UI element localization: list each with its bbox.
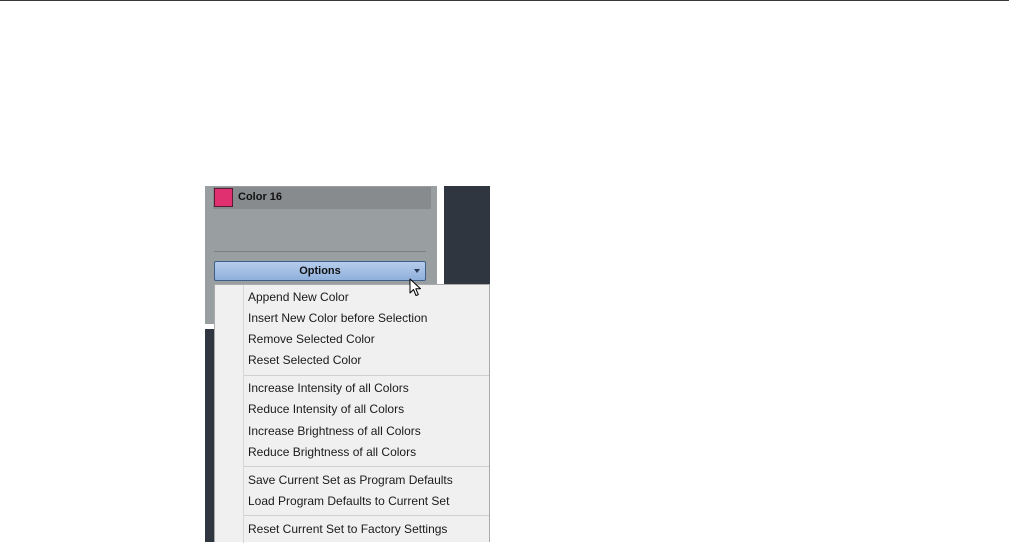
menu-item-reduce-brightness[interactable]: Reduce Brightness of all Colors: [248, 445, 416, 459]
options-button[interactable]: Options: [214, 261, 426, 281]
top-divider-line: [0, 0, 1009, 1]
menu-separator: [244, 375, 489, 376]
chevron-down-icon: [414, 269, 420, 273]
menu-item-increase-brightness[interactable]: Increase Brightness of all Colors: [248, 424, 421, 438]
color-name-label: Color 16: [238, 191, 283, 203]
menu-item-load-program-defaults[interactable]: Load Program Defaults to Current Set: [248, 494, 449, 508]
menu-item-save-as-program-defaults[interactable]: Save Current Set as Program Defaults: [248, 473, 453, 487]
options-button-label: Options: [299, 265, 341, 277]
menu-item-remove-selected-color[interactable]: Remove Selected Color: [248, 332, 375, 346]
menu-item-insert-new-color[interactable]: Insert New Color before Selection: [248, 311, 427, 325]
options-dropdown-menu: Append New Color Insert New Color before…: [214, 284, 490, 543]
menu-item-reset-selected-color[interactable]: Reset Selected Color: [248, 353, 361, 367]
dark-background-panel-right: [444, 186, 490, 286]
mouse-pointer-icon: [409, 278, 421, 296]
menu-item-increase-intensity[interactable]: Increase Intensity of all Colors: [248, 381, 409, 395]
menu-item-reset-to-factory-settings[interactable]: Reset Current Set to Factory Settings: [248, 522, 447, 536]
menu-separator: [244, 515, 489, 516]
menu-item-append-new-color[interactable]: Append New Color: [248, 290, 349, 304]
menu-icon-gutter: [243, 285, 244, 543]
menu-separator: [244, 466, 489, 467]
menu-item-reduce-intensity[interactable]: Reduce Intensity of all Colors: [248, 402, 404, 416]
color-list-item-selected[interactable]: Color 16: [213, 187, 431, 209]
color-swatch: [214, 188, 233, 207]
panel-divider: [214, 251, 426, 252]
